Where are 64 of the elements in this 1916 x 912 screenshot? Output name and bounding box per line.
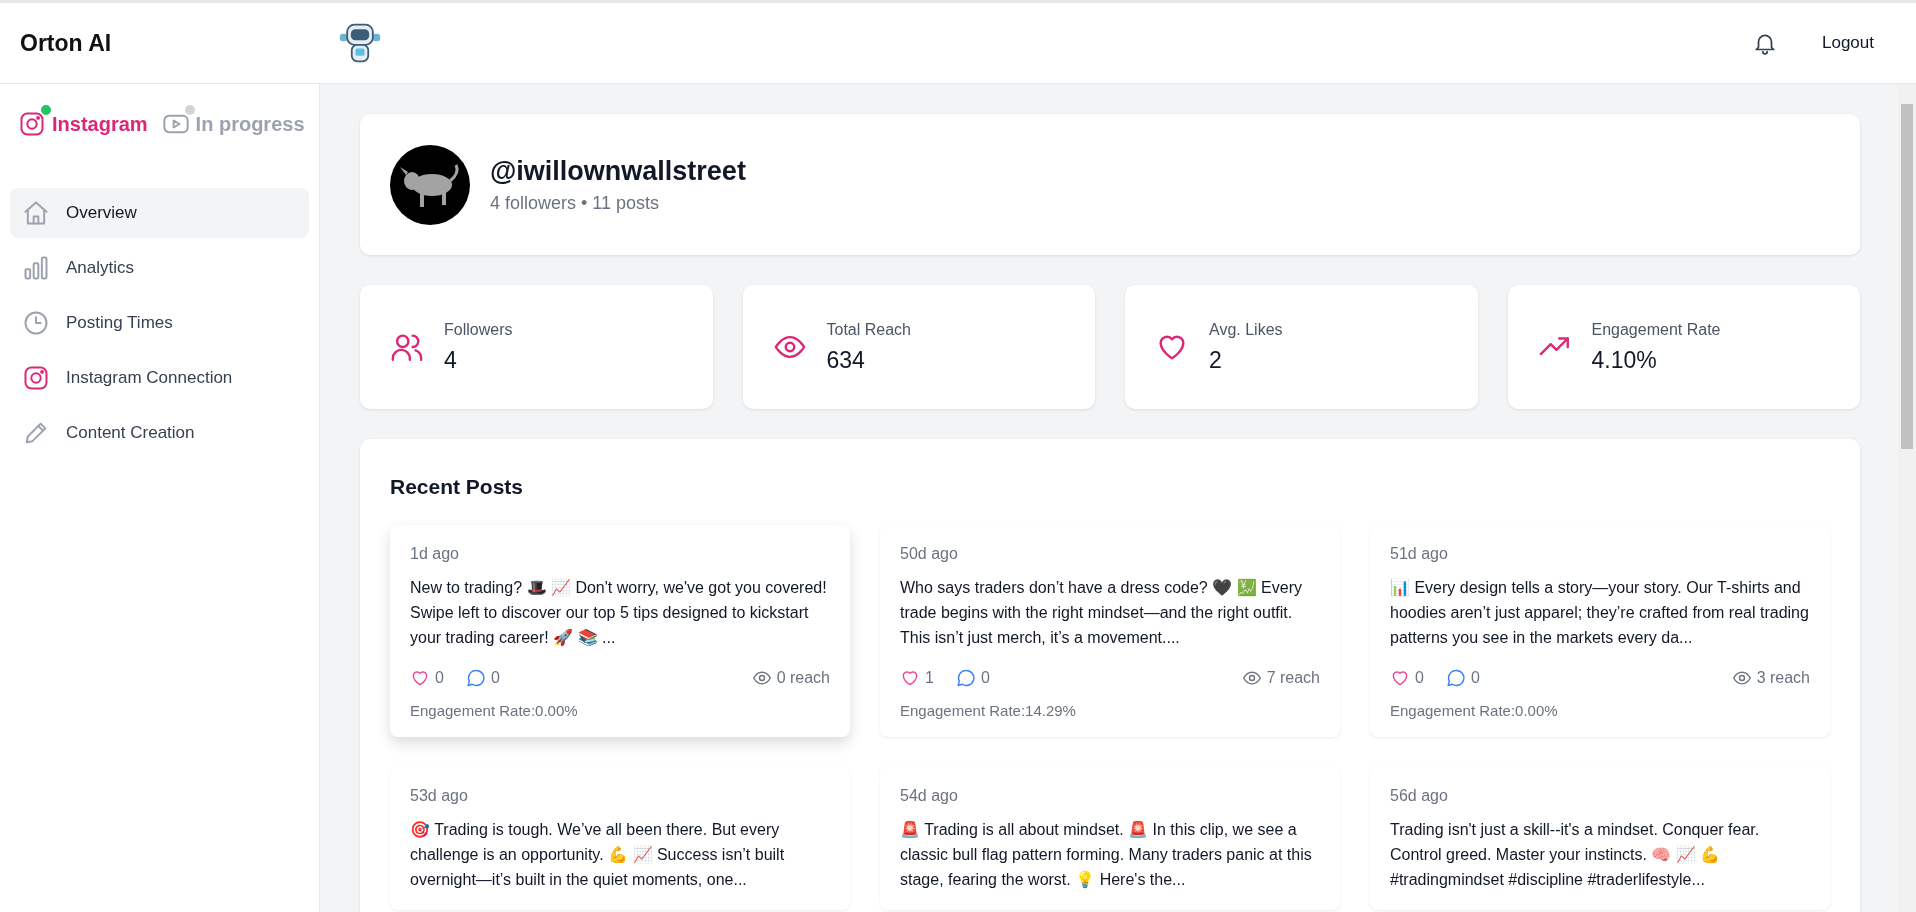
stat-value: 4 xyxy=(444,346,458,374)
eye-icon xyxy=(751,668,772,688)
post-card[interactable] xyxy=(1370,525,1830,737)
instagram-icon xyxy=(18,110,46,138)
stat-label: Followers xyxy=(444,320,513,339)
comment-count: 0 xyxy=(980,669,990,687)
reach-count: 7 reach xyxy=(1266,669,1320,687)
stat-label: Avg. Likes xyxy=(1209,320,1283,339)
comment-count: 0 xyxy=(490,669,500,687)
sidebar-item[interactable]: Overview xyxy=(10,188,309,238)
stat-value: 634 xyxy=(826,346,866,374)
scrollbar[interactable] xyxy=(1898,84,1916,912)
reach-count: 0 reach xyxy=(776,669,830,687)
sidebar-item[interactable]: Posting Times xyxy=(10,298,309,348)
post-text: New to trading? 🎩 📈 Don't worry, we've got you covered! Swipe left to discover our top 5 tips designed to kickstart your trading career! 🚀 📚 ... xyxy=(410,578,828,648)
post-card[interactable]: 56d ago Trading isn't just a skill--it's a mindset. Conquer fear. Control greed. Master your instincts. 🧠 📈 💪 #tradingmindset #discipline #traderlifestyle... xyxy=(1370,767,1830,910)
sidebar-item[interactable]: Analytics xyxy=(10,243,309,293)
engagement-rate: Engagement Rate:0.00% xyxy=(410,702,579,719)
post-age: 53d ago xyxy=(410,787,469,805)
comment-count: 0 xyxy=(1470,669,1480,687)
post-card[interactable]: 53d ago 🎯 Trading is tough. We’ve all been there. But every challenge is an opportunity. 💪 📈 Success isn’t built overnight—it’s built in the quiet moments, one... xyxy=(390,767,850,910)
heart-icon xyxy=(1390,668,1410,688)
post-text: 📊 Every design tells a story—your story. Our T-shirts and hoodies aren’t just apparel; they’re crafted from real trading patterns you see in the markets every da... xyxy=(1390,578,1810,648)
post-age: 1d ago xyxy=(410,545,460,563)
post-age: 50d ago xyxy=(900,545,959,563)
engagement-rate: Engagement Rate:14.29% xyxy=(900,702,1077,719)
like-count: 0 xyxy=(435,669,444,687)
house-icon xyxy=(22,199,50,227)
instagram-icon xyxy=(22,364,50,392)
post-text: 🚨 Trading is all about mindset. 🚨 In this clip, we see a classic bull flag pattern forming. Many traders panic at this stage, fearing the worst. 💡 Here's the... xyxy=(900,820,1313,890)
stat-label: Engagement Rate xyxy=(1591,320,1721,339)
post-card[interactable]: 1d ago New to trading? 🎩 📈 Don't worry, we've got you covered! Swipe left to discover our top 5 tips designed to kickstart your trading career! 🚀 📚 ... 0 0 0 reach Engagement Rate:0.00% xyxy=(390,525,850,737)
like-count: 1 xyxy=(925,669,934,687)
post-age: 56d ago xyxy=(1390,787,1449,805)
brand-name: Orton AI xyxy=(20,29,112,56)
profile-handle: @iwillownwallstreet xyxy=(490,155,746,187)
comment-icon xyxy=(1445,668,1466,688)
post-age: 51d ago xyxy=(1390,545,1449,563)
post-card[interactable]: 54d ago 🚨 Trading is all about mindset. 🚨 In this clip, we see a classic bull flag pattern forming. Many traders panic at this stage, fearing the worst. 💡 Here's the... xyxy=(880,767,1340,910)
comment-icon xyxy=(465,668,486,688)
platform-tab[interactable]: Instagram xyxy=(16,106,150,142)
post-text: Who says traders don’t have a dress code? 🖤 💹 Every trade begins with the right mindset—and the right outfit. This isn’t just merch, it’s a movement.... xyxy=(900,577,1303,648)
post-text: 🎯 Trading is tough. We’ve all been there. But every challenge is an opportunity. 💪 📈 Success isn’t built overnight—it’s built in the quiet moments, one... xyxy=(410,820,786,890)
sidebar-item[interactable]: Content Creation xyxy=(10,408,309,458)
profile-summary: 4 followers • 11 posts xyxy=(490,192,661,214)
robot-logo-icon xyxy=(338,21,382,65)
like-count: 0 xyxy=(1415,669,1424,687)
stat-value: 2 xyxy=(1209,346,1223,374)
comment-icon xyxy=(955,668,976,688)
heart-icon xyxy=(900,668,920,688)
clock-icon xyxy=(22,309,50,337)
post-age: 54d ago xyxy=(900,787,959,805)
logout-button[interactable]: Logout xyxy=(1818,27,1878,59)
engagement-rate: Engagement Rate:0.00% xyxy=(1390,702,1559,719)
bar-chart-icon xyxy=(22,254,50,282)
section-title: Recent Posts xyxy=(390,475,525,499)
heart-icon xyxy=(410,668,430,688)
stat-value: 4.10% xyxy=(1591,346,1658,374)
stat-label: Total Reach xyxy=(826,320,911,339)
reach-count: 3 reach xyxy=(1756,669,1810,687)
post-card[interactable]: 50d ago Who says traders don’t have a dress code? 🖤 💹 Every trade begins with the right mindset—and the right outfit. This isn’t just merch, it’s a movement.... 1 0 7 reach Engagement Rate:14.29% xyxy=(880,525,1340,737)
scrollbar-thumb[interactable] xyxy=(1901,104,1913,449)
post-text: Trading isn't just a skill--it's a mindset. Conquer fear. Control greed. Master your instincts. 🧠 📈 💪 #tradingmindset #discipline #traderlifestyle... xyxy=(1390,820,1761,890)
sidebar-item[interactable]: Instagram Connection xyxy=(10,353,309,403)
